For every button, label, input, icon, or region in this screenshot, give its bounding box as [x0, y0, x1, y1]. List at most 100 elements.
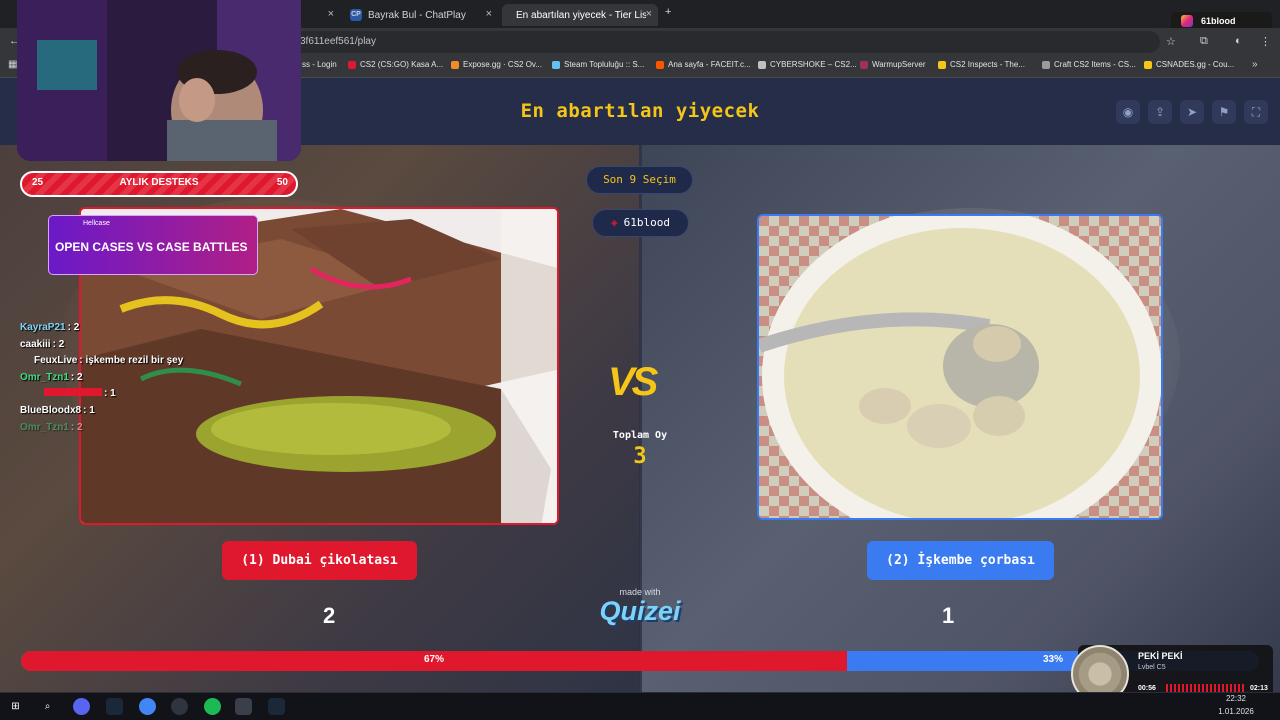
bookmark-item[interactable]: Steam Topluluğu :: S...: [552, 60, 644, 69]
taskbar-date: 1.01.2026: [1218, 707, 1254, 716]
bookmark-item[interactable]: CS2 (CS:GO) Kasa A...: [348, 60, 443, 69]
windows-start-icon[interactable]: ⊞: [7, 698, 24, 715]
bookmark-label: Ana sayfa - FACEIT.c...: [668, 60, 751, 69]
bookmark-label: CSNADES.gg - Cou...: [1156, 60, 1235, 69]
url-field[interactable]: 3f611eef561/play: [290, 31, 1160, 53]
bookmark-favicon-icon: [860, 60, 868, 69]
chat-message: Omr_Tzn1: 2: [20, 372, 280, 389]
close-tab-icon[interactable]: ×: [328, 8, 334, 20]
eye-icon[interactable]: ◉: [1116, 100, 1140, 124]
song-elapsed: 00:56: [1138, 685, 1156, 692]
browser-tab-quiz[interactable]: En abartılan yiyecek - Tier List, ×: [502, 4, 658, 26]
chat-text: : işkembe rezil bir şey: [79, 355, 184, 367]
chat-text: : 2: [52, 338, 65, 350]
chat-username: BlueBloodx8: [20, 404, 82, 416]
chat-text: : 2: [67, 322, 80, 333]
bookmark-label: WarmupServer: [872, 60, 926, 69]
bookmark-favicon-icon: [552, 60, 560, 69]
bookmark-favicon-icon: [451, 60, 459, 69]
steam-icon[interactable]: [106, 698, 123, 715]
chat-username: FeuxLive: [34, 355, 78, 367]
bookmark-item[interactable]: WarmupServer: [860, 60, 926, 69]
bookmark-item[interactable]: Ana sayfa - FACEIT.c...: [656, 60, 751, 69]
bookmark-item[interactable]: CS2 Inspects - The...: [938, 60, 1025, 69]
song-duration: 02:13: [1250, 685, 1268, 692]
chat-username: caakiii: [20, 338, 51, 350]
stream-chat: KayraP21: 2 caakiii: 2 FeuxLive: işkembe…: [20, 322, 280, 438]
vote-share-right-percent: 33%: [1043, 654, 1064, 665]
bookmark-label: CS2 Inspects - The...: [950, 60, 1025, 69]
bookmark-item[interactable]: Expose.gg · CS2 Ov...: [451, 60, 542, 69]
share-icon[interactable]: ⇪: [1148, 100, 1172, 124]
steam-icon[interactable]: [268, 698, 285, 715]
discord-icon[interactable]: [73, 698, 90, 715]
instagram-icon: [1181, 15, 1193, 27]
bookmark-item[interactable]: CSNADES.gg - Cou...: [1144, 60, 1234, 69]
menu-icon[interactable]: ⋮: [1260, 35, 1271, 48]
bookmark-item[interactable]: ss - Login: [302, 60, 337, 69]
bookmark-item[interactable]: Craft CS2 Items - CS...: [1042, 60, 1136, 69]
chatplay-icon: CP: [350, 9, 362, 21]
streamer-webcam: [17, 0, 301, 161]
bookmark-label: ss - Login: [302, 60, 337, 69]
user-name: 61blood: [623, 216, 670, 229]
chat-username: Omr_Tzn1: [20, 371, 69, 383]
song-title: PEKİ PEKİ: [1138, 651, 1183, 661]
option-right-image[interactable]: [757, 214, 1163, 520]
taskbar-time: 22:32: [1225, 694, 1247, 703]
chat-username: KayraP21: [20, 322, 66, 333]
bookmark-label: Craft CS2 Items - CS...: [1054, 60, 1136, 69]
more-bookmarks-icon[interactable]: »: [1252, 59, 1258, 70]
bookmark-star-icon[interactable]: ☆: [1166, 35, 1176, 48]
bookmark-favicon-icon: [348, 60, 356, 69]
chat-message: : 1: [20, 388, 280, 405]
chat-text: : 2: [70, 371, 83, 383]
chat-text: : 1: [83, 404, 95, 416]
windows-taskbar: ⊞ ⌕: [0, 692, 1280, 720]
bookmark-favicon-icon: [758, 60, 766, 69]
browser-tab-chatplay[interactable]: CP Bayrak Bul - ChatPlay ×: [342, 4, 498, 26]
bookmark-favicon-icon: [938, 60, 946, 69]
last-choices-button[interactable]: Son 9 Seçim: [586, 166, 693, 194]
chat-message: KayraP21: 2: [20, 322, 280, 339]
profile-icon[interactable]: ◐: [1235, 35, 1242, 47]
total-votes-value: 3: [633, 444, 647, 469]
vs-badge: VS: [608, 360, 658, 404]
monthly-support-bar: 25 AYLIK DESTEKS 50: [20, 171, 298, 197]
bookmark-label: CS2 (CS:GO) Kasa A...: [360, 60, 444, 69]
bookmark-item[interactable]: CYBERSHOKE – CS2...: [758, 60, 857, 69]
support-label: AYLIK DESTEKS: [119, 177, 199, 188]
user-badge: ◈ 61blood: [592, 209, 689, 237]
bookmark-label: CYBERSHOKE – CS2...: [770, 60, 857, 69]
spotify-icon[interactable]: [204, 698, 221, 715]
flag-icon[interactable]: ⚑: [1212, 100, 1236, 124]
send-icon[interactable]: ➤: [1180, 100, 1204, 124]
close-tab-icon[interactable]: ×: [486, 8, 492, 20]
search-icon[interactable]: ⌕: [39, 698, 56, 715]
obs-icon[interactable]: [171, 698, 188, 715]
quizei-logo[interactable]: Quizei: [580, 596, 700, 627]
option-left-votes: 2: [323, 603, 336, 628]
instagram-handle: 61blood: [1201, 16, 1236, 26]
extensions-icon[interactable]: ⧉: [1200, 35, 1208, 48]
chrome-icon[interactable]: [139, 698, 156, 715]
option-right-votes: 1: [942, 603, 955, 628]
chat-text: : 2: [70, 421, 83, 433]
bookmark-favicon-icon: [1144, 60, 1152, 69]
bookmark-label: Steam Topluluğu :: S...: [564, 60, 645, 69]
new-tab-icon[interactable]: +: [665, 6, 671, 18]
total-votes-label: Toplam Oy: [612, 430, 668, 441]
app-icon[interactable]: [235, 698, 252, 715]
sponsor-brand: Hellcase: [83, 220, 110, 227]
chat-message: FeuxLive: işkembe rezil bir şey: [20, 355, 280, 372]
browser-tab[interactable]: ×: [300, 4, 340, 26]
option-right-button[interactable]: (2) İşkembe çorbası: [867, 541, 1054, 580]
fullscreen-icon[interactable]: ⛶: [1244, 100, 1268, 124]
sponsor-text: OPEN CASES VS CASE BATTLES: [55, 240, 248, 254]
chat-message: BlueBloodx8: 1: [20, 405, 280, 422]
close-tab-icon[interactable]: ×: [645, 8, 652, 20]
bookmark-favicon-icon: [656, 60, 664, 69]
option-left-button[interactable]: (1) Dubai çikolatası: [222, 541, 417, 580]
webcam-picture: [17, 0, 301, 161]
bookmark-label: Expose.gg · CS2 Ov...: [463, 60, 542, 69]
